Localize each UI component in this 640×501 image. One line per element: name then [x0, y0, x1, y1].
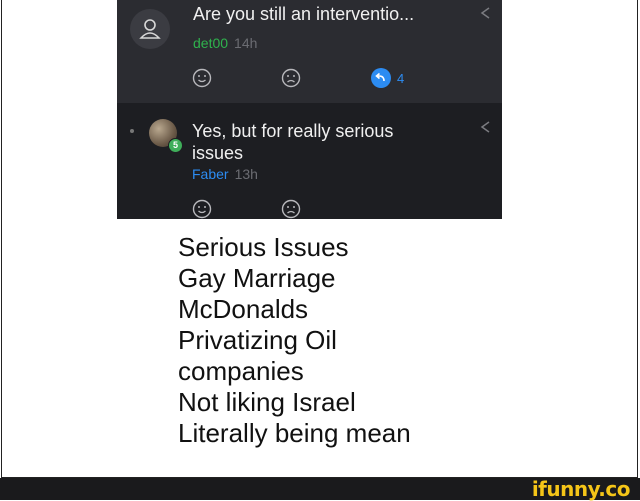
comment-meta: Faber 13h [192, 166, 258, 182]
level-badge: 5 [168, 138, 183, 153]
caption-line: McDonalds [178, 294, 309, 324]
user-silhouette-icon[interactable] [130, 9, 170, 49]
watermark-bar: ifunny.co [0, 478, 640, 500]
caption-line: Privatizing Oil [178, 325, 337, 355]
caption-line: Not liking Israel [178, 387, 356, 417]
frown-icon[interactable] [281, 68, 301, 88]
comment-meta: det00 14h [193, 35, 257, 51]
reply-icon [371, 68, 391, 88]
timestamp: 14h [234, 35, 258, 51]
username[interactable]: det00 [193, 35, 228, 51]
share-icon[interactable] [479, 120, 491, 134]
ifunny-logo[interactable]: ifunny.co [532, 478, 631, 500]
comment-2: 5 Yes, but for really serious issues Fab… [117, 103, 502, 219]
caption-line: Literally being mean [178, 418, 411, 448]
caption-line: Serious Issues [178, 232, 349, 262]
caption-line: Gay Marriage [178, 263, 336, 293]
frown-icon[interactable] [281, 199, 301, 219]
comment-text: Yes, but for really serious issues [192, 121, 394, 163]
reply-count: 4 [397, 70, 405, 86]
comment-screenshot: Are you still an interventio... det00 14h [117, 0, 502, 219]
username[interactable]: Faber [192, 166, 229, 182]
timestamp: 13h [234, 166, 258, 182]
caption-line: companies [178, 356, 304, 386]
smile-icon[interactable] [192, 68, 212, 88]
share-icon[interactable] [479, 6, 491, 20]
caption-list: Serious Issues Gay Marriage McDonalds Pr… [178, 232, 538, 449]
smile-icon[interactable] [192, 199, 212, 219]
comment-text: Are you still an interventio... [193, 4, 415, 24]
reply-button[interactable]: 4 [371, 68, 404, 88]
thread-dot [130, 129, 134, 133]
comment-1: Are you still an interventio... det00 14h [117, 0, 502, 103]
